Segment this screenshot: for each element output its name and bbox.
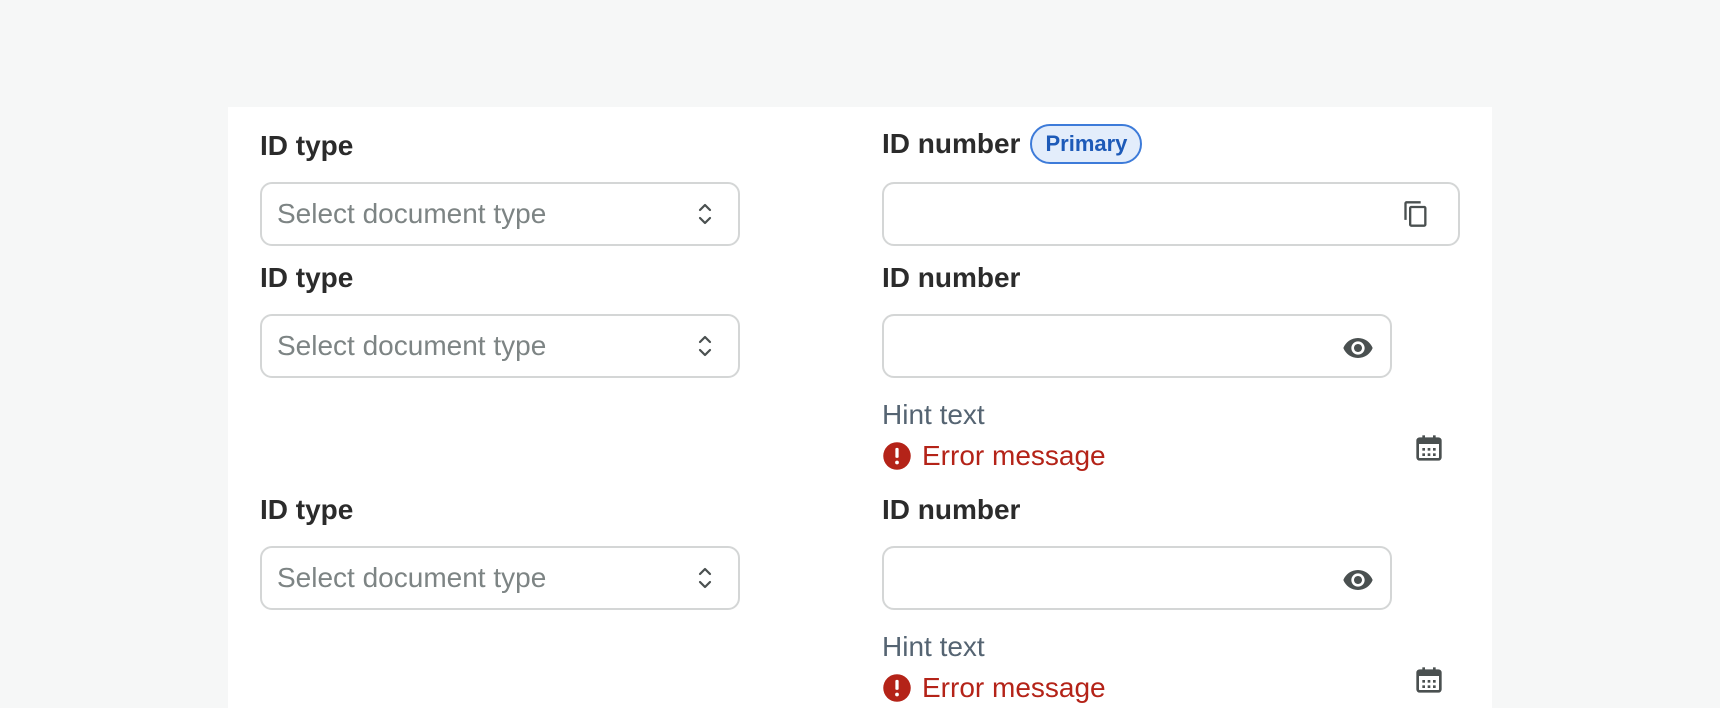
id-number-label-row: ID number Primary	[882, 124, 1143, 164]
id-type-label: ID type	[260, 130, 354, 161]
id-type-label: ID type	[260, 494, 354, 525]
eye-icon[interactable]	[1342, 564, 1374, 596]
id-number-label: ID number	[882, 262, 1021, 293]
hint-text: Hint text	[882, 631, 985, 662]
chevron-up-down-icon	[698, 567, 712, 589]
alert-circle-icon	[883, 442, 911, 470]
hint-text: Hint text	[882, 399, 985, 430]
error-text: Error message	[922, 440, 1106, 471]
error-text: Error message	[922, 672, 1106, 703]
id-number-input[interactable]	[882, 314, 1392, 378]
id-number-input[interactable]	[882, 546, 1392, 610]
error-message: Error message	[882, 440, 1106, 472]
id-number-label: ID number	[882, 494, 1021, 525]
select-placeholder: Select document type	[277, 330, 547, 361]
form-card: ID type Select document type ID number P…	[228, 107, 1492, 708]
document-type-select[interactable]: Select document type	[260, 546, 740, 610]
primary-badge: Primary	[1030, 124, 1143, 164]
id-number-input[interactable]	[882, 182, 1460, 246]
chevron-up-down-icon	[698, 335, 712, 357]
document-type-select[interactable]: Select document type	[260, 314, 740, 378]
id-type-label: ID type	[260, 262, 354, 293]
document-type-select[interactable]: Select document type	[260, 182, 740, 246]
id-number-label: ID number	[882, 128, 1021, 159]
select-placeholder: Select document type	[277, 562, 547, 593]
eye-icon[interactable]	[1342, 332, 1374, 364]
chevron-up-down-icon	[698, 203, 712, 225]
calendar-icon[interactable]	[1413, 664, 1445, 696]
select-placeholder: Select document type	[277, 198, 547, 229]
calendar-icon[interactable]	[1413, 432, 1445, 464]
alert-circle-icon	[883, 674, 911, 702]
copy-icon[interactable]	[1402, 200, 1430, 228]
error-message: Error message	[882, 672, 1106, 704]
